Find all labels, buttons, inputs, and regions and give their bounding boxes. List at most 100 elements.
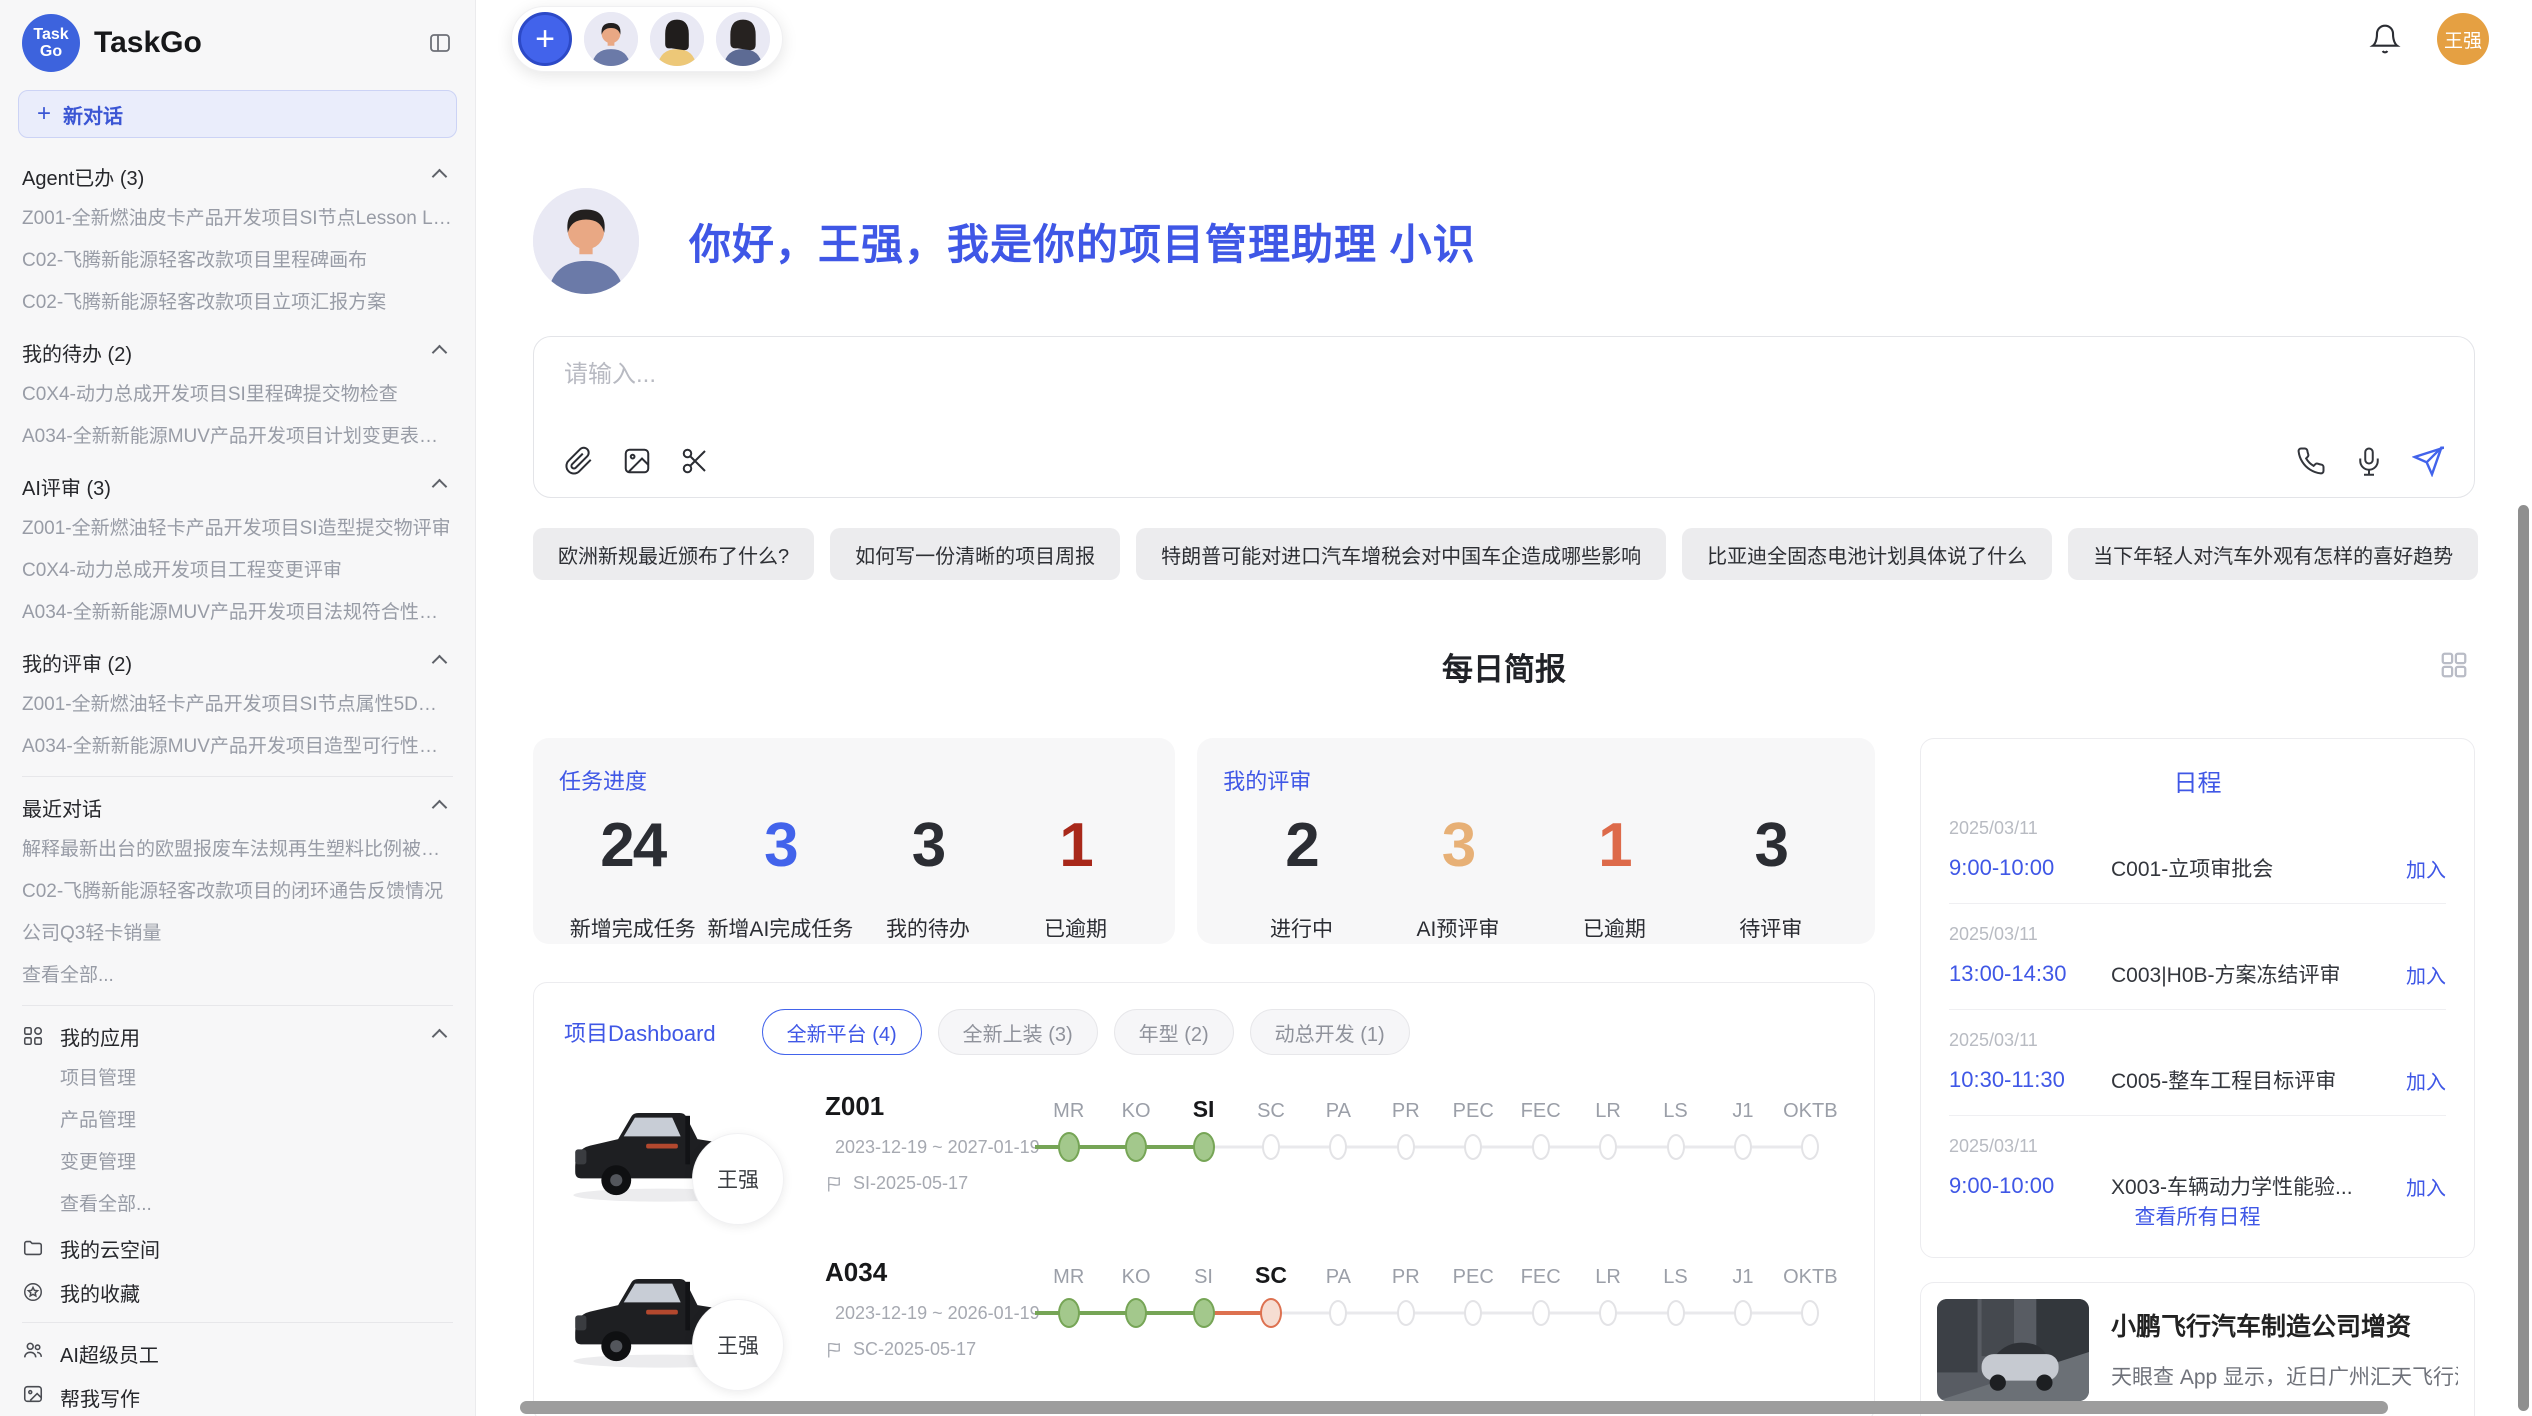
send-icon[interactable]: [2412, 445, 2444, 477]
vertical-scrollbar[interactable]: [2518, 505, 2529, 1411]
sidebar-collapse-icon[interactable]: [427, 31, 453, 55]
my-app-item[interactable]: 产品管理: [22, 1100, 453, 1142]
milestone-label: SC: [1255, 1253, 1287, 1289]
sidebar-task-item[interactable]: A034-全新新能源MUV产品开发项目造型可行性评审: [22, 726, 453, 768]
image-icon[interactable]: [622, 446, 652, 476]
user-avatar[interactable]: 王强: [2437, 13, 2489, 65]
assistant-avatar: [533, 188, 639, 294]
news-snippet: 天眼查 App 显示，近日广州汇天飞行汽...: [2111, 1361, 2458, 1391]
join-link[interactable]: 加入: [2406, 854, 2446, 883]
greeting-text: 你好，王强，我是你的项目管理助理 小识: [689, 211, 1476, 272]
scissors-icon[interactable]: [680, 446, 710, 476]
my-app-item[interactable]: 项目管理: [22, 1058, 453, 1100]
sidebar-task-item[interactable]: C02-飞腾新能源轻客改款项目里程碑画布: [22, 240, 453, 282]
milestone-label: LR: [1595, 1087, 1621, 1123]
stat-item: 3新增AI完成任务: [707, 810, 855, 943]
my-apps-items: 项目管理产品管理变更管理查看全部...: [22, 1058, 453, 1226]
event-date: 2025/03/11: [1949, 924, 2446, 945]
recent-chat-item[interactable]: 公司Q3轻卡销量: [22, 913, 453, 955]
milestone: MR: [1035, 1087, 1102, 1171]
sidebar-section-recent[interactable]: 最近对话: [22, 785, 453, 829]
divider: [22, 1322, 453, 1323]
sidebar-tool-write[interactable]: 帮我写作: [22, 1375, 453, 1416]
horizontal-scrollbar[interactable]: [520, 1401, 2388, 1414]
my-apps-label: 我的应用: [60, 1022, 140, 1051]
recent-view-all-link[interactable]: 查看全部...: [22, 955, 453, 997]
main-content: + 王强 你好，王强，我是你的项目管理助理 小识: [476, 0, 2532, 1416]
milestone-node: [1464, 1134, 1482, 1160]
member-avatar-2[interactable]: [650, 12, 704, 66]
add-member-button[interactable]: +: [518, 12, 572, 66]
sidebar-task-item[interactable]: A034-全新新能源MUV产品开发项目计划变更表编写: [22, 416, 453, 458]
milestone-node: [1397, 1134, 1415, 1160]
sidebar-item-favorites[interactable]: 我的收藏: [22, 1270, 453, 1314]
news-title: 小鹏飞行汽车制造公司增资: [2111, 1307, 2458, 1343]
chat-input[interactable]: [564, 361, 2444, 389]
divider: [1949, 1009, 2446, 1010]
milestone-label: KO: [1122, 1253, 1151, 1289]
milestone: J1: [1709, 1087, 1776, 1171]
milestone-label: SI: [1194, 1253, 1213, 1289]
project-row[interactable]: 王强Z0012023-12-19 ~ 2027-01-19SI-2025-05-…: [564, 1087, 1844, 1221]
event-date: 2025/03/11: [1949, 1136, 2446, 1157]
suggestion-chip[interactable]: 比亚迪全固态电池计划具体说了什么: [1682, 528, 2052, 580]
suggestion-chip[interactable]: 如何写一份清晰的项目周报: [830, 528, 1120, 580]
join-link[interactable]: 加入: [2406, 1172, 2446, 1201]
apps-view-all-link[interactable]: 查看全部...: [22, 1184, 453, 1226]
sidebar-task-item[interactable]: C02-飞腾新能源轻客改款项目立项汇报方案: [22, 282, 453, 324]
milestone-label: MR: [1053, 1087, 1084, 1123]
sidebar-task-item[interactable]: C0X4-动力总成开发项目SI里程碑提交物检查: [22, 374, 453, 416]
sidebar-section-header[interactable]: 我的待办 (2): [22, 330, 453, 374]
project-info: Z0012023-12-19 ~ 2027-01-19SI-2025-05-17: [825, 1087, 1035, 1194]
event-name: C003|H0B-方案冻结评审: [2111, 959, 2396, 989]
attachment-icon[interactable]: [564, 446, 594, 476]
milestone-node: [1262, 1134, 1280, 1160]
stat-label: 已逾期: [1583, 913, 1646, 943]
microphone-icon[interactable]: [2354, 446, 2384, 476]
member-avatar-3[interactable]: [716, 12, 770, 66]
project-code: A034: [825, 1257, 1035, 1288]
layout-grid-icon[interactable]: [2439, 650, 2469, 680]
member-avatar-1[interactable]: [584, 12, 638, 66]
schedule-event: 2025/03/119:00-10:00C001-立项审批会加入: [1949, 818, 2446, 883]
sidebar-task-item[interactable]: Z001-全新燃油轻卡产品开发项目SI造型提交物评审: [22, 508, 453, 550]
sidebar-tool-users[interactable]: AI超级员工: [22, 1331, 453, 1375]
milestone-node: [1464, 1300, 1482, 1326]
sidebar-item-cloud-space[interactable]: 我的云空间: [22, 1226, 453, 1270]
my-app-item[interactable]: 变更管理: [22, 1142, 453, 1184]
join-link[interactable]: 加入: [2406, 960, 2446, 989]
recent-chat-item[interactable]: C02-飞腾新能源轻客改款项目的闭环通告反馈情况: [22, 871, 453, 913]
dashboard-tab[interactable]: 全新平台 (4): [762, 1009, 922, 1055]
stat-value: 3: [1755, 810, 1787, 881]
schedule-event: 2025/03/1113:00-14:30C003|H0B-方案冻结评审加入: [1949, 924, 2446, 989]
recent-chat-item[interactable]: 解释最新出台的欧盟报废车法规再生塑料比例被调至15%...: [22, 829, 453, 871]
app-window: Task Go TaskGo + 新对话 Agent已办 (3)Z001-全新燃…: [0, 0, 2532, 1416]
sidebar-section-header[interactable]: AI评审 (3): [22, 464, 453, 508]
sidebar-task-item[interactable]: A034-全新新能源MUV产品开发项目法规符合性评审: [22, 592, 453, 634]
suggestion-chip[interactable]: 当下年轻人对汽车外观有怎样的喜好趋势: [2068, 528, 2478, 580]
chevron-up-icon: [432, 344, 448, 360]
stat-value: 3: [912, 810, 944, 881]
phone-call-icon[interactable]: [2296, 446, 2326, 476]
suggestion-chip[interactable]: 欧洲新规最近颁布了什么?: [533, 528, 814, 580]
milestone-node: [1397, 1300, 1415, 1326]
join-link[interactable]: 加入: [2406, 1066, 2446, 1095]
dashboard-tab[interactable]: 年型 (2): [1114, 1009, 1234, 1055]
new-chat-button[interactable]: + 新对话: [18, 90, 457, 138]
sidebar-task-item[interactable]: C0X4-动力总成开发项目工程变更评审: [22, 550, 453, 592]
project-row[interactable]: 王强A0342023-12-19 ~ 2026-01-19SC-2025-05-…: [564, 1253, 1844, 1387]
sidebar-section-header[interactable]: Agent已办 (3): [22, 154, 453, 198]
stat-label: AI预评审: [1417, 913, 1500, 943]
stat-item: 1已逾期: [1002, 810, 1150, 943]
dashboard-tab[interactable]: 全新上装 (3): [938, 1009, 1098, 1055]
dashboard-tab[interactable]: 动总开发 (1): [1250, 1009, 1410, 1055]
news-card[interactable]: 小鹏飞行汽车制造公司增资 天眼查 App 显示，近日广州汇天飞行汽...: [1920, 1282, 2475, 1416]
view-all-schedule-link[interactable]: 查看所有日程: [1949, 1201, 2446, 1231]
notification-bell-icon[interactable]: [2369, 23, 2401, 55]
milestone-node: [1599, 1300, 1617, 1326]
sidebar-section-header[interactable]: 我的评审 (2): [22, 640, 453, 684]
suggestion-chip[interactable]: 特朗普可能对进口汽车增税会对中国车企造成哪些影响: [1136, 528, 1666, 580]
sidebar-task-item[interactable]: Z001-全新燃油轻卡产品开发项目SI节点属性5D文件评审: [22, 684, 453, 726]
sidebar-task-item[interactable]: Z001-全新燃油皮卡产品开发项目SI节点Lesson Learn报告: [22, 198, 453, 240]
sidebar-section-my-apps[interactable]: 我的应用: [22, 1014, 453, 1058]
